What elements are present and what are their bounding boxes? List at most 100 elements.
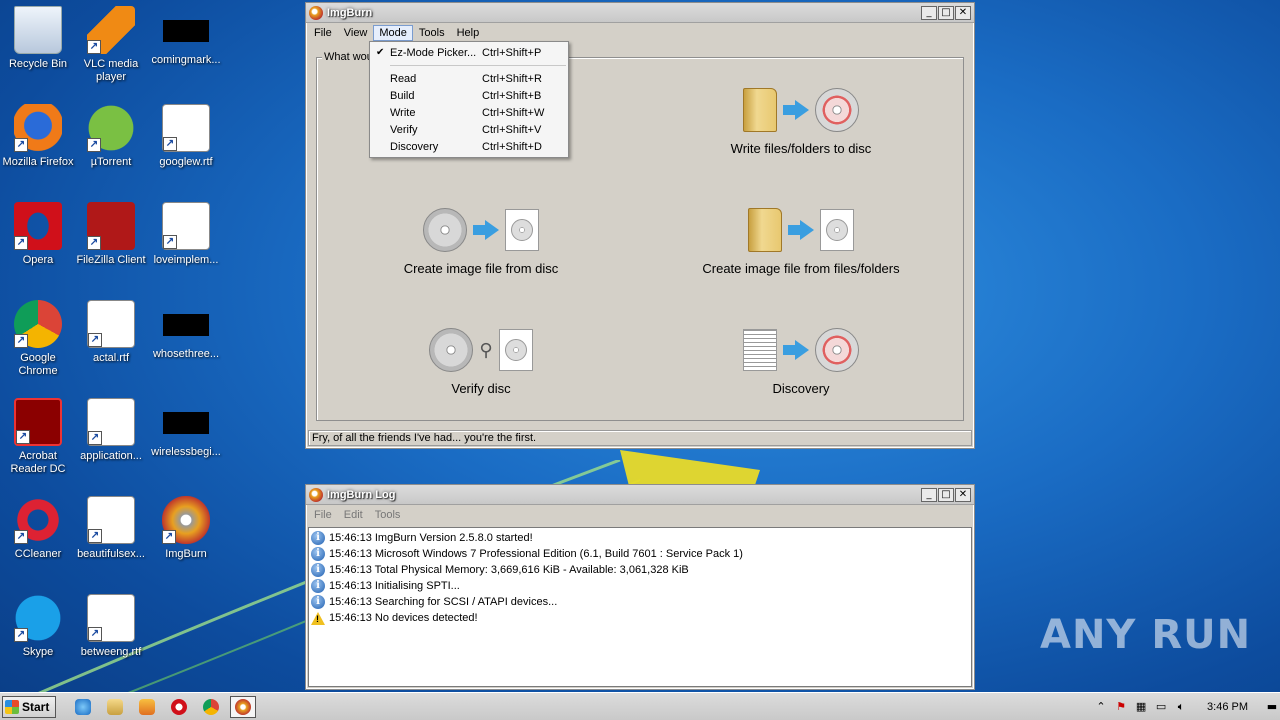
shortcut-arrow-icon: ↗ [88,627,102,641]
desktop-icon-label: Acrobat Reader DC [10,450,66,475]
log-line-text: 15:46:13 Microsoft Windows 7 Professiona… [329,548,743,560]
volume-icon[interactable]: 🔈︎ [1173,699,1189,715]
maximize-button[interactable]: □ [938,5,954,20]
menu-item-label: Ez-Mode Picker... [390,46,477,59]
display-icon[interactable]: ▭ [1153,699,1169,715]
redacted-file-icon [163,412,209,434]
shortcut-arrow-icon: ↗ [14,236,28,250]
application-icon: ↗ [87,398,135,446]
tray-expand-icon[interactable]: ⌃ [1093,699,1109,715]
desktop-icon-label: Skype [22,646,54,658]
ez-mode-group-label: What wou [322,51,375,63]
magnifier-icon: ⚲ [479,339,493,361]
desktop-icon-label: µTorrent [90,156,132,168]
imgburn-titlebar[interactable]: ImgBurn _ □ ✕ [306,3,974,23]
desktop-icon-betweeng-rtf[interactable]: ↗ betweeng.rtf [73,594,149,659]
desktop-icon-actal-rtf[interactable]: ↗ actal.rtf [73,300,149,365]
close-button[interactable]: ✕ [955,5,971,20]
taskbar-explorer[interactable] [102,696,128,718]
desktop-icon-filezilla[interactable]: ↗ FileZilla Client [73,202,149,267]
menu-view[interactable]: View [338,25,374,41]
shortcut-arrow-icon: ↗ [14,628,28,642]
desktop-icon-skype[interactable]: ↗ Skype [0,594,76,659]
media-player-icon [139,698,155,715]
action-center-flag-icon[interactable]: ⚑ [1113,699,1129,715]
menu-item-shortcut: Ctrl+Shift+V [482,123,542,136]
menu-item-label: Write [390,106,416,119]
desktop-icon-whosethree[interactable]: whosethree... [148,300,224,361]
imgburn-log-window: ImgBurn Log _ □ ✕ File Edit Tools i 15:46… [305,484,975,690]
desktop-icon-recycle-bin[interactable]: Recycle Bin [0,6,76,71]
mode-menu-item-verify[interactable]: Verify Ctrl+Shift+V [370,121,568,138]
arrow-right-icon [783,340,809,360]
desktop-icon-firefox[interactable]: ↗ Mozilla Firefox [0,104,76,169]
tile-create-image-from-disc[interactable]: Create image file from disc [351,205,611,276]
menu-mode[interactable]: Mode [373,25,413,41]
tile-create-image-from-files[interactable]: Create image file from files/folders [671,205,931,276]
shortcut-arrow-icon: ↗ [88,529,102,543]
tile-label: Create image file from files/folders [702,261,900,276]
desktop-icon-acrobat[interactable]: ↗ Acrobat Reader DC [0,398,76,476]
desktop-icon-vlc[interactable]: ↗ VLC media player [73,6,149,84]
betweeng-rtf-icon: ↗ [87,594,135,642]
menu-item-shortcut: Ctrl+Shift+D [482,140,542,153]
taskbar-ie[interactable] [70,696,96,718]
tile-verify-disc[interactable]: ⚲ Verify disc [351,325,611,396]
desktop-icon-label: googlew.rtf [159,156,213,168]
taskbar-imgburn[interactable] [230,695,256,718]
menu-tools[interactable]: Tools [413,25,451,41]
taskbar-opera[interactable] [166,696,192,718]
menu-file[interactable]: File [308,25,338,41]
desktop-icon-label: wirelessbegi... [151,446,221,458]
desktop-icon-wirelessbegi[interactable]: wirelessbegi... [148,398,224,459]
clock[interactable]: 3:46 PM [1207,701,1248,713]
desktop-icon-label: whosethree... [152,348,220,360]
desktop-icon-application[interactable]: ↗ application... [73,398,149,463]
desktop-icon-chrome[interactable]: ↗ Google Chrome [0,300,76,378]
log-menu-file[interactable]: File [308,507,338,523]
mode-menu-item-ez-mode-picker[interactable]: ✔ Ez-Mode Picker... Ctrl+Shift+P [370,44,568,61]
skype-icon: ↗ [14,594,62,642]
tile-write-files-to-disc[interactable]: Write files/folders to disc [671,85,931,156]
desktop-icon-opera[interactable]: ↗ Opera [0,202,76,267]
desktop-icon-loveimplem[interactable]: ↗ loveimplem... [148,202,224,267]
menu-help[interactable]: Help [451,25,486,41]
start-button[interactable]: Start [2,695,56,718]
arrow-right-icon [788,220,814,240]
log-output[interactable]: i 15:46:13 ImgBurn Version 2.5.8.0 starte… [308,527,972,687]
desktop-icon-ccleaner[interactable]: ↗ CCleaner [0,496,76,561]
mode-menu-item-build[interactable]: Build Ctrl+Shift+B [370,87,568,104]
log-menu-tools[interactable]: Tools [369,507,407,523]
desktop-icon-label: Opera [22,254,54,266]
shortcut-arrow-icon: ↗ [14,334,28,348]
desktop-icon-utorrent[interactable]: ↗ µTorrent [73,104,149,169]
chrome-icon [203,698,219,715]
menu-item-shortcut: Ctrl+Shift+P [482,46,542,59]
info-icon: i [311,563,325,577]
minimize-button[interactable]: _ [921,487,937,502]
desktop-icon-imgburn[interactable]: ↗ ImgBurn [148,496,224,561]
mode-menu-item-read[interactable]: Read Ctrl+Shift+R [370,70,568,87]
desktop-icon-googlew-rtf[interactable]: ↗ googlew.rtf [148,104,224,169]
network-icon[interactable]: ▦ [1133,699,1149,715]
menu-item-label: Verify [390,123,418,136]
tile-discovery[interactable]: Discovery [671,325,931,396]
vlc-icon: ↗ [87,6,135,54]
desktop-icon-comingmark[interactable]: comingmark... [148,6,224,67]
log-titlebar[interactable]: ImgBurn Log _ □ ✕ [306,485,974,505]
log-menu-edit[interactable]: Edit [338,507,369,523]
taskbar-chrome[interactable] [198,696,224,718]
maximize-button[interactable]: □ [938,487,954,502]
taskbar-media-player[interactable] [134,696,160,718]
disc-burn-icon [815,328,859,372]
close-button[interactable]: ✕ [955,487,971,502]
desktop-icon-beautifulsex[interactable]: ↗ beautifulsex... [73,496,149,561]
menu-item-shortcut: Ctrl+Shift+W [482,106,545,119]
mode-menu-item-write[interactable]: Write Ctrl+Shift+W [370,104,568,121]
log-line-text: 15:46:13 Initialising SPTI... [329,580,460,592]
desktop-icon-label: VLC media player [83,58,139,83]
mode-menu-item-discovery[interactable]: Discovery Ctrl+Shift+D [370,138,568,155]
minimize-button[interactable]: _ [921,5,937,20]
show-desktop-icon[interactable]: ▬ [1264,699,1280,715]
loveimplem-icon: ↗ [162,202,210,250]
